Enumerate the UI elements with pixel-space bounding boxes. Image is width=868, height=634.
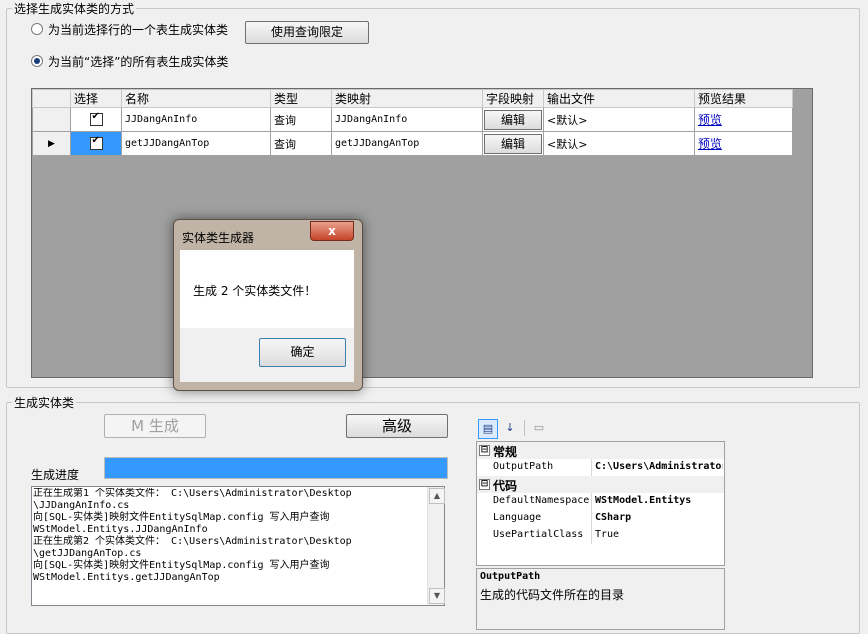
select-cell[interactable] <box>70 107 122 132</box>
mapping-cell[interactable]: getJJDangAnTop <box>331 131 483 156</box>
help-text: 生成的代码文件所在的目录 <box>480 588 625 602</box>
property-value[interactable]: C:\Users\Administrator\Desktop <box>595 461 723 472</box>
preview-cell: 预览 <box>694 131 793 156</box>
category-code[interactable]: ⊟ 代码 <box>477 476 724 493</box>
property-divider <box>591 459 592 476</box>
log-text: 正在生成第1 个实体类文件： C:\Users\Administrator\De… <box>33 488 352 583</box>
output-cell[interactable]: <默认> <box>543 131 695 156</box>
type-cell[interactable]: 查询 <box>270 107 332 132</box>
property-name: OutputPath <box>493 461 554 472</box>
category-general[interactable]: ⊟ 常规 <box>477 442 724 459</box>
col-header-type[interactable]: 类型 <box>270 89 332 108</box>
scroll-up-icon[interactable]: ▲ <box>429 488 445 504</box>
property-name: Language <box>493 512 542 523</box>
option-single-label[interactable]: 为当前选择行的一个表生成实体类 <box>48 21 228 38</box>
edit-fields-button[interactable]: 编辑 <box>484 109 542 130</box>
log-textarea[interactable]: 正在生成第1 个实体类文件： C:\Users\Administrator\De… <box>31 486 445 606</box>
category-label: 代码 <box>493 479 518 493</box>
field-mapping-cell: 编辑 <box>482 107 544 132</box>
property-help-panel: OutputPath 生成的代码文件所在的目录 <box>476 568 725 630</box>
name-cell[interactable]: getJJDangAnTop <box>121 131 271 156</box>
query-limit-button[interactable]: 使用查询限定 <box>245 21 369 44</box>
mode-group-title: 选择生成实体类的方式 <box>12 0 137 17</box>
field-mapping-cell: 编辑 <box>482 131 544 156</box>
alphabetical-icon[interactable]: ↓ <box>501 419 519 437</box>
generate-group-title: 生成实体类 <box>12 394 77 411</box>
col-header-name[interactable]: 名称 <box>121 89 271 108</box>
property-pages-icon[interactable]: ▭ <box>530 419 548 437</box>
dialog-message: 生成 2 个实体类文件！ <box>193 284 317 298</box>
toolbar-divider <box>524 420 525 436</box>
select-checkbox[interactable] <box>89 111 103 127</box>
category-label: 常规 <box>493 445 518 459</box>
property-row-language[interactable]: Language CSharp <box>477 510 724 527</box>
table-row[interactable]: JJDangAnInfo 查询 JJDangAnInfo 编辑 <默认> 预览 <box>32 107 793 132</box>
edit-fields-button[interactable]: 编辑 <box>484 133 542 154</box>
property-row-usepartialclass[interactable]: UsePartialClass True <box>477 527 724 544</box>
property-name: UsePartialClass <box>493 529 584 540</box>
log-scrollbar[interactable]: ▲ ▼ <box>427 487 445 605</box>
col-header-preview[interactable]: 预览结果 <box>694 89 793 108</box>
property-name: DefaultNamespace <box>493 495 590 506</box>
tables-grid: 选择 名称 类型 类映射 字段映射 输出文件 预览结果 JJDangAnInfo… <box>31 88 813 378</box>
property-divider <box>591 527 592 544</box>
property-value[interactable]: CSharp <box>595 512 723 523</box>
name-cell[interactable]: JJDangAnInfo <box>121 107 271 132</box>
collapse-icon[interactable]: ⊟ <box>479 445 490 456</box>
property-row-defaultnamespace[interactable]: DefaultNamespace WStModel.Entitys <box>477 493 724 510</box>
select-cell[interactable] <box>70 131 122 156</box>
property-row-outputpath[interactable]: OutputPath C:\Users\Administrator\Deskto… <box>477 459 724 476</box>
message-dialog: 实体类生成器 x 生成 2 个实体类文件！ 确定 <box>173 219 363 391</box>
ok-button[interactable]: 确定 <box>259 338 346 367</box>
property-divider <box>591 493 592 510</box>
row-header[interactable] <box>32 107 71 132</box>
preview-cell: 预览 <box>694 107 793 132</box>
option-all-radio[interactable] <box>31 55 43 67</box>
output-cell[interactable]: <默认> <box>543 107 695 132</box>
grid-header-row: 选择 名称 类型 类映射 字段映射 输出文件 预览结果 <box>32 89 793 108</box>
progress-fill <box>105 458 447 478</box>
option-single-radio[interactable] <box>31 23 43 35</box>
progress-label: 生成进度 <box>31 468 80 482</box>
help-title: OutputPath <box>480 571 541 582</box>
progress-bar <box>104 457 448 479</box>
property-grid: ⊟ 常规 OutputPath C:\Users\Administrator\D… <box>476 441 725 566</box>
property-divider <box>591 510 592 527</box>
col-header-select[interactable]: 选择 <box>70 89 122 108</box>
advanced-button[interactable]: 高级 <box>346 414 448 438</box>
property-value[interactable]: WStModel.Entitys <box>595 495 723 506</box>
preview-link[interactable]: 预览 <box>698 113 722 127</box>
dialog-title: 实体类生成器 <box>182 231 255 245</box>
dialog-footer: 确定 <box>180 328 354 382</box>
col-header-output[interactable]: 输出文件 <box>543 89 695 108</box>
collapse-icon[interactable]: ⊟ <box>479 479 490 490</box>
scroll-down-icon[interactable]: ▼ <box>429 588 445 604</box>
col-header-field-mapping[interactable]: 字段映射 <box>482 89 544 108</box>
option-all-label[interactable]: 为当前“选择”的所有表生成实体类 <box>48 53 228 70</box>
dialog-body: 生成 2 个实体类文件！ <box>180 250 354 328</box>
mapping-cell[interactable]: JJDangAnInfo <box>331 107 483 132</box>
close-icon[interactable]: x <box>310 221 354 241</box>
table-row[interactable]: ▶ getJJDangAnTop 查询 getJJDangAnTop 编辑 <默… <box>32 131 793 156</box>
col-header-mapping[interactable]: 类映射 <box>331 89 483 108</box>
row-header-corner <box>32 89 71 108</box>
select-checkbox[interactable] <box>89 135 103 151</box>
property-value[interactable]: True <box>595 529 723 540</box>
grid-table: 选择 名称 类型 类映射 字段映射 输出文件 预览结果 JJDangAnInfo… <box>32 89 793 156</box>
type-cell[interactable]: 查询 <box>270 131 332 156</box>
current-row-indicator[interactable]: ▶ <box>32 131 71 156</box>
generate-button[interactable]: M 生成 <box>104 414 206 438</box>
categorized-icon[interactable]: ▤ <box>478 419 498 439</box>
preview-link[interactable]: 预览 <box>698 137 722 151</box>
